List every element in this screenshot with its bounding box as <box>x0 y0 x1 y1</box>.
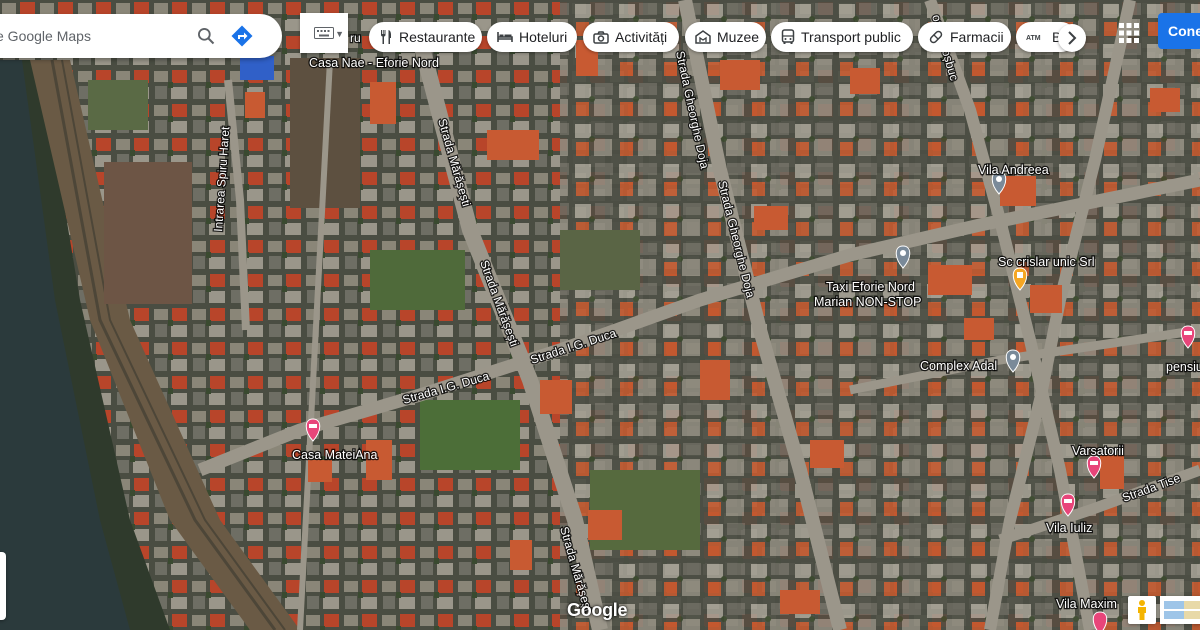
sign-in-button[interactable]: Cone <box>1158 13 1200 49</box>
fork-knife-icon <box>381 30 391 44</box>
satellite-map[interactable]: Strada Mărășești Strada Mărășești Strada… <box>0 0 1200 630</box>
directions-button[interactable] <box>224 18 260 54</box>
museum-icon <box>695 30 711 44</box>
field <box>420 400 520 470</box>
chip-label: Hoteluri <box>519 29 568 45</box>
chip-museums[interactable]: Muzee <box>685 22 766 52</box>
place-label: Marian NON-STOP <box>814 295 921 309</box>
map-layer-thumbnail-icon <box>1164 601 1200 619</box>
bus-icon <box>781 29 795 44</box>
blue-roof <box>240 56 274 80</box>
google-logo: Google <box>567 600 628 620</box>
chevron-down-icon[interactable]: ▼ <box>335 29 344 39</box>
search-box[interactable] <box>0 14 282 58</box>
place-label: Varsatorii <box>1072 444 1124 458</box>
search-icon <box>198 28 215 45</box>
chevron-right-icon <box>1068 31 1077 45</box>
place-label: Taxi Eforie Nord <box>826 280 915 294</box>
apps-grid-icon[interactable] <box>1118 22 1140 44</box>
bed-icon <box>497 32 513 42</box>
chip-label: Restaurante <box>399 29 476 45</box>
field <box>370 250 465 310</box>
chip-restaurants[interactable]: Restaurante <box>369 22 482 52</box>
sign-in-label: Cone <box>1168 23 1200 39</box>
lodging-pin <box>1092 611 1108 630</box>
chip-label: Muzee <box>717 29 760 45</box>
svg-text:ATM: ATM <box>1026 35 1041 42</box>
atm-icon: ATM <box>1026 35 1041 42</box>
chip-label: Farmacii <box>950 29 1004 45</box>
chips-next-button[interactable] <box>1058 24 1086 52</box>
chip-label: Activități <box>615 29 668 45</box>
place-label: Complex Adal <box>920 359 997 373</box>
layers-button[interactable] <box>1160 596 1200 624</box>
place-label: Vila Maxim <box>1056 597 1117 611</box>
chip-hotels[interactable]: Hoteluri <box>487 22 577 52</box>
place-label: Casa MateiAna <box>292 448 378 462</box>
camera-icon <box>593 30 609 44</box>
chip-public-transport[interactable]: Transport public <box>771 22 913 52</box>
side-panel-toggle[interactable] <box>0 552 6 620</box>
field <box>560 230 640 290</box>
place-label: Vila Andreea <box>978 163 1049 177</box>
search-input[interactable] <box>0 27 188 45</box>
search-button[interactable] <box>188 18 224 54</box>
field <box>88 80 148 130</box>
place-label: Casa Nae - Eforie Nord <box>309 56 439 70</box>
street-label: ru <box>350 31 361 45</box>
keyboard-icon <box>314 27 334 39</box>
chip-activities[interactable]: Activități <box>583 22 679 52</box>
chip-label: Transport public <box>801 29 901 45</box>
pegman-button[interactable] <box>1128 596 1156 624</box>
place-label: Sc crislar unic Srl <box>998 255 1095 269</box>
directions-icon <box>231 25 253 47</box>
place-label: pensiu <box>1166 360 1200 374</box>
field <box>104 162 192 304</box>
pill-icon <box>929 30 943 44</box>
keyboard-button[interactable]: ▼ <box>300 13 348 53</box>
chip-pharmacies[interactable]: Farmacii <box>918 22 1011 52</box>
pegman-icon <box>1138 600 1146 620</box>
place-label: Vila Iuliz <box>1046 521 1092 535</box>
